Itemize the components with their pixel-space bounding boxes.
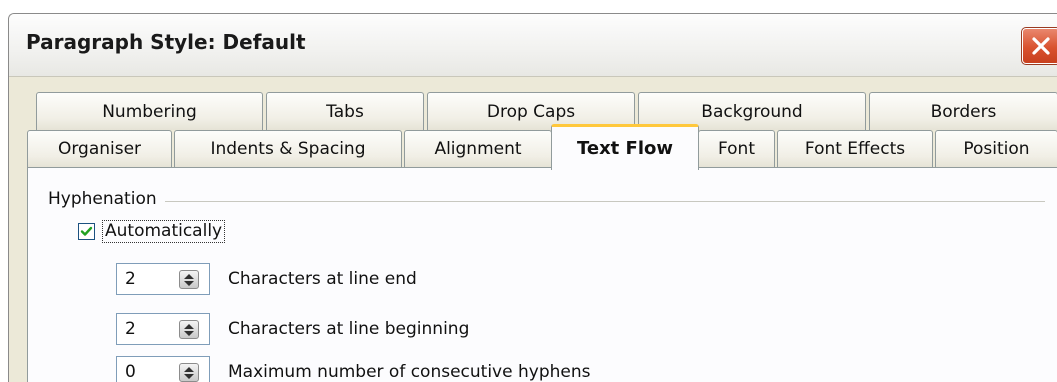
tab-indents-spacing[interactable]: Indents & Spacing <box>174 130 402 167</box>
checkmark-icon <box>80 226 93 236</box>
tab-position[interactable]: Position <box>935 130 1057 167</box>
tab-text-flow[interactable]: Text Flow <box>551 124 699 170</box>
tab-alignment[interactable]: Alignment <box>404 130 552 167</box>
window-title: Paragraph Style: Default <box>26 30 306 54</box>
tab-organiser[interactable]: Organiser <box>27 130 172 167</box>
text-flow-panel: Hyphenation Automatically 2 Characters a… <box>27 167 1057 382</box>
spin-arrows-icon <box>184 273 194 286</box>
automatically-label[interactable]: Automatically <box>102 220 226 243</box>
tab-tabs[interactable]: Tabs <box>266 92 424 130</box>
tab-numbering[interactable]: Numbering <box>36 92 263 130</box>
line-end-spinbox[interactable]: 2 <box>116 263 210 295</box>
line-end-label: Characters at line end <box>228 269 417 289</box>
line-beginning-label: Characters at line beginning <box>228 319 470 339</box>
max-hyphens-label: Maximum number of consecutive hyphens <box>228 362 591 382</box>
line-end-value[interactable]: 2 <box>125 269 136 289</box>
close-x-icon <box>1032 37 1050 55</box>
tab-font-effects[interactable]: Font Effects <box>777 130 933 167</box>
tab-borders[interactable]: Borders <box>869 92 1057 130</box>
line-beginning-spin-button[interactable] <box>179 320 199 339</box>
title-bar[interactable]: Paragraph Style: Default <box>9 14 1057 77</box>
line-beginning-spinbox[interactable]: 2 <box>116 313 210 345</box>
max-hyphens-spin-button[interactable] <box>179 363 199 382</box>
group-divider <box>48 201 1045 202</box>
paragraph-style-dialog: Paragraph Style: Default Numbering Tabs … <box>8 13 1057 382</box>
hyphenation-group-label: Hyphenation <box>48 189 165 209</box>
close-button[interactable] <box>1021 27 1057 65</box>
tab-font[interactable]: Font <box>698 130 775 167</box>
max-hyphens-value[interactable]: 0 <box>125 362 136 382</box>
spin-arrows-icon <box>184 323 194 336</box>
max-hyphens-spinbox[interactable]: 0 <box>116 356 210 382</box>
automatically-checkbox[interactable] <box>78 223 95 240</box>
line-end-spin-button[interactable] <box>179 270 199 289</box>
spin-arrows-icon <box>184 366 194 379</box>
line-beginning-value[interactable]: 2 <box>125 319 136 339</box>
